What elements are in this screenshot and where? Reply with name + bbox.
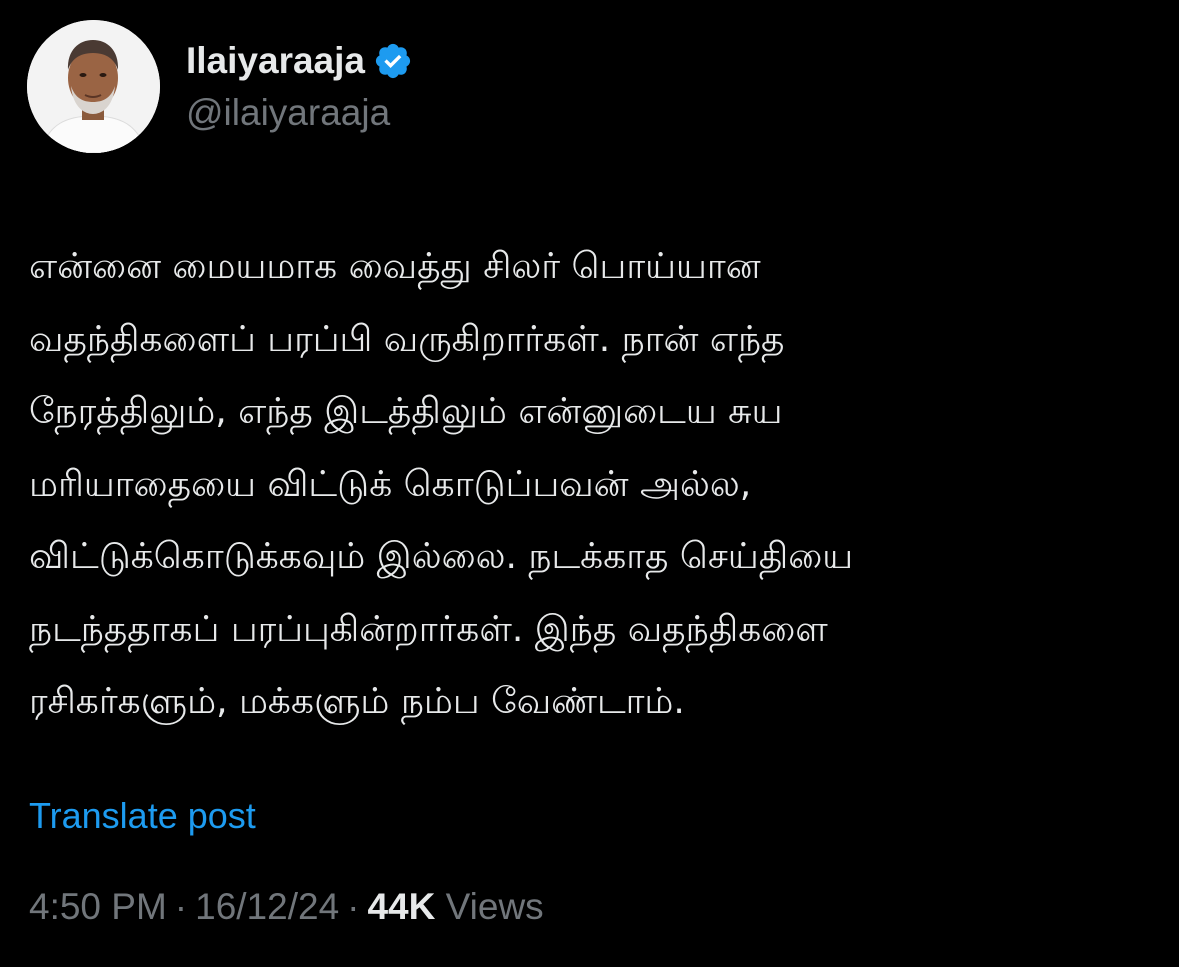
author-avatar[interactable] [27, 20, 160, 153]
views-label: Views [445, 886, 544, 927]
post-metadata: 4:50 PM · 16/12/24 · 44K Views [29, 884, 544, 930]
translate-post-link[interactable]: Translate post [29, 793, 256, 839]
post-body-text: என்னை மையமாக வைத்து சிலர் பொய்யான வதந்தி… [29, 246, 854, 722]
author-handle[interactable]: @ilaiyaraaja [186, 90, 413, 136]
post-date[interactable]: 16/12/24 [195, 886, 339, 927]
author-display-name[interactable]: Ilaiyaraaja [186, 38, 365, 84]
author-block: Ilaiyaraaja @ilaiyaraaja [186, 38, 413, 136]
post-detail: Ilaiyaraaja @ilaiyaraaja என்னை மையமாக வை… [0, 0, 1179, 967]
views-count[interactable]: 44K [367, 886, 435, 927]
meta-separator: · [174, 886, 188, 927]
verified-badge-icon[interactable] [373, 41, 413, 81]
profile-photo-icon [27, 20, 160, 153]
post-time[interactable]: 4:50 PM [29, 886, 167, 927]
meta-separator: · [347, 886, 360, 927]
author-name-row: Ilaiyaraaja [186, 38, 413, 84]
